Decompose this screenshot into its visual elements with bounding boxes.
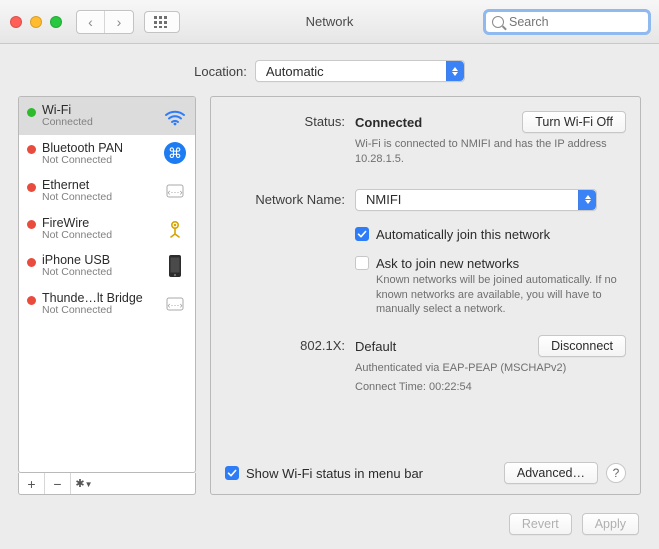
- show-menu-checkbox-row[interactable]: Show Wi-Fi status in menu bar: [225, 466, 423, 481]
- iphone-icon: [163, 254, 187, 278]
- status-dot-icon: [27, 145, 36, 154]
- forward-button[interactable]: ›: [105, 11, 133, 33]
- close-icon[interactable]: [10, 16, 22, 28]
- add-service-button[interactable]: +: [19, 473, 45, 494]
- sidebar-footer: + − ✱▼: [18, 473, 196, 495]
- service-status: Not Connected: [42, 267, 157, 279]
- show-menu-label: Show Wi-Fi status in menu bar: [246, 466, 423, 481]
- remove-service-button[interactable]: −: [45, 473, 71, 494]
- location-popup[interactable]: Automatic: [255, 60, 465, 82]
- svg-text:‹···›: ‹···›: [168, 187, 183, 197]
- service-wifi[interactable]: Wi-Fi Connected: [19, 97, 195, 135]
- chevron-updown-icon: [446, 61, 464, 81]
- revert-button[interactable]: Revert: [509, 513, 572, 535]
- check-icon: [357, 229, 367, 239]
- search-field[interactable]: [485, 11, 649, 33]
- status-dot-icon: [27, 296, 36, 305]
- service-name: Ethernet: [42, 178, 157, 192]
- apply-button[interactable]: Apply: [582, 513, 639, 535]
- service-status: Not Connected: [42, 305, 157, 317]
- service-bluetooth-pan[interactable]: Bluetooth PAN Not Connected ⌘: [19, 135, 195, 173]
- gear-icon: ✱: [75, 478, 84, 490]
- help-button[interactable]: ?: [606, 463, 626, 483]
- grid-icon: [154, 16, 170, 28]
- service-thunderbolt-bridge[interactable]: Thunde…lt Bridge Not Connected ‹···›: [19, 285, 195, 323]
- location-row: Location: Automatic: [0, 44, 659, 96]
- service-status: Not Connected: [42, 230, 157, 242]
- status-dot-icon: [27, 258, 36, 267]
- ask-join-checkbox[interactable]: [355, 256, 369, 270]
- advanced-button[interactable]: Advanced…: [504, 462, 598, 484]
- service-name: Bluetooth PAN: [42, 141, 157, 155]
- ask-join-label: Ask to join new networks: [376, 256, 626, 271]
- service-name: Thunde…lt Bridge: [42, 291, 157, 305]
- detail-pane: Status: Connected Turn Wi-Fi Off Wi-Fi i…: [210, 96, 641, 495]
- firewire-icon: [163, 216, 187, 240]
- ethernet-icon: ‹···›: [163, 179, 187, 203]
- ask-join-desc: Known networks will be joined automatica…: [376, 273, 626, 318]
- status-dot-icon: [27, 108, 36, 117]
- body: Wi-Fi Connected Bluetooth PAN Not Connec…: [0, 96, 659, 505]
- show-menu-checkbox[interactable]: [225, 466, 239, 480]
- dot1x-desc-1: Authenticated via EAP-PEAP (MSCHAPv2): [355, 361, 626, 376]
- status-desc: Wi-Fi is connected to NMIFI and has the …: [355, 137, 626, 167]
- sidebar: Wi-Fi Connected Bluetooth PAN Not Connec…: [18, 96, 196, 495]
- auto-join-label: Automatically join this network: [376, 227, 550, 242]
- service-name: FireWire: [42, 216, 157, 230]
- zoom-icon[interactable]: [50, 16, 62, 28]
- status-label: Status:: [225, 111, 345, 129]
- dot1x-desc-2: Connect Time: 00:22:54: [355, 380, 626, 395]
- service-status: Not Connected: [42, 155, 157, 167]
- svg-text:‹···›: ‹···›: [168, 300, 183, 310]
- service-ethernet[interactable]: Ethernet Not Connected ‹···›: [19, 172, 195, 210]
- window-controls: [10, 16, 62, 28]
- service-list[interactable]: Wi-Fi Connected Bluetooth PAN Not Connec…: [18, 96, 196, 473]
- location-label: Location:: [194, 64, 247, 79]
- show-all-button[interactable]: [144, 11, 180, 33]
- dot1x-disconnect-button[interactable]: Disconnect: [538, 335, 626, 357]
- wifi-icon: [163, 104, 187, 128]
- titlebar: ‹ › Network: [0, 0, 659, 44]
- auto-join-checkbox-row[interactable]: Automatically join this network: [355, 227, 626, 242]
- ask-join-checkbox-row[interactable]: Ask to join new networks Known networks …: [355, 256, 626, 318]
- thunderbolt-icon: ‹···›: [163, 292, 187, 316]
- dot1x-label: 802.1X:: [225, 335, 345, 353]
- service-name: iPhone USB: [42, 253, 157, 267]
- chevron-down-icon: ▼: [85, 480, 93, 489]
- network-name-value: NMIFI: [366, 192, 401, 207]
- back-button[interactable]: ‹: [77, 11, 105, 33]
- dot1x-value: Default: [355, 339, 396, 354]
- minimize-icon[interactable]: [30, 16, 42, 28]
- status-dot-icon: [27, 220, 36, 229]
- wifi-toggle-button[interactable]: Turn Wi-Fi Off: [522, 111, 626, 133]
- service-status: Connected: [42, 117, 157, 129]
- status-value: Connected: [355, 115, 422, 130]
- network-prefs-window: ‹ › Network Location: Automatic: [0, 0, 659, 549]
- search-input[interactable]: [509, 15, 642, 29]
- check-icon: [227, 468, 237, 478]
- footer: Revert Apply: [0, 505, 659, 549]
- location-value: Automatic: [266, 64, 324, 79]
- auto-join-checkbox[interactable]: [355, 227, 369, 241]
- network-name-popup[interactable]: NMIFI: [355, 189, 597, 211]
- nav-buttons: ‹ ›: [76, 10, 134, 34]
- service-iphone-usb[interactable]: iPhone USB Not Connected: [19, 247, 195, 285]
- chevron-updown-icon: [578, 190, 596, 210]
- service-status: Not Connected: [42, 192, 157, 204]
- service-actions-button[interactable]: ✱▼: [71, 473, 97, 494]
- service-name: Wi-Fi: [42, 103, 157, 117]
- search-icon: [492, 16, 504, 28]
- network-name-label: Network Name:: [225, 189, 345, 207]
- bluetooth-icon: ⌘: [163, 141, 187, 165]
- status-dot-icon: [27, 183, 36, 192]
- service-firewire[interactable]: FireWire Not Connected: [19, 210, 195, 248]
